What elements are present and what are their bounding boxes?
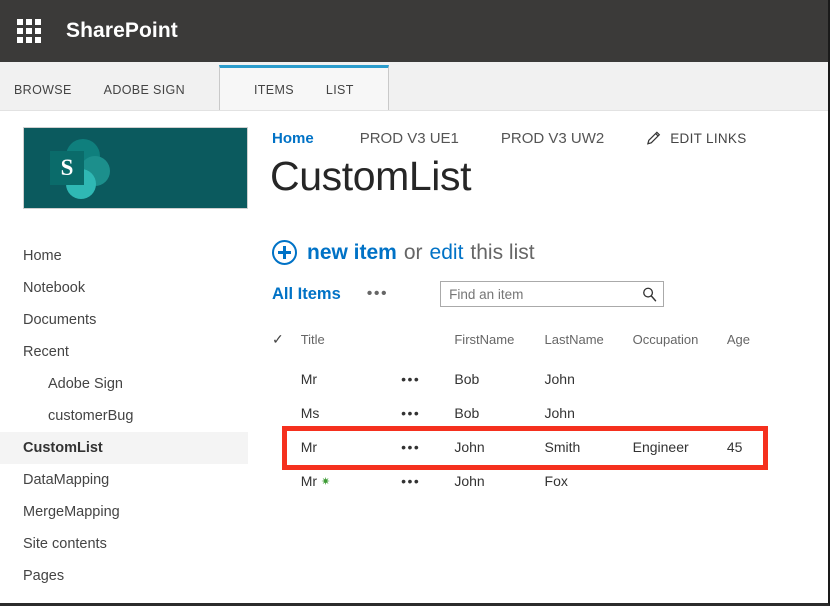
column-header-select[interactable]: ✓ <box>272 327 301 362</box>
suite-title[interactable]: SharePoint <box>66 19 178 43</box>
new-item-link[interactable]: new item <box>307 241 397 265</box>
cell-age: 45 <box>726 439 743 455</box>
table-row[interactable]: Mr ✷ ••• John Fox <box>272 464 772 498</box>
row-actions-ellipsis[interactable]: ••• <box>401 430 454 464</box>
row-actions-ellipsis[interactable]: ••• <box>401 396 454 430</box>
column-header-firstname[interactable]: FirstName <box>454 327 544 362</box>
tab-items[interactable]: ITEMS <box>254 83 294 110</box>
top-link-prod-v3-ue1[interactable]: PROD V3 UE1 <box>360 130 459 147</box>
sidebar-item-documents[interactable]: Documents <box>0 304 248 336</box>
waffle-grid-icon[interactable] <box>16 18 42 44</box>
cell-lastname: John <box>544 371 575 387</box>
sidebar-item-home[interactable]: Home <box>0 240 248 272</box>
sharepoint-screenshot: SharePoint BROWSE ADOBE SIGN ITEMS LIST … <box>0 0 830 606</box>
suite-bar: SharePoint <box>0 0 828 62</box>
page-title: CustomList <box>270 153 472 199</box>
cell-occupation <box>633 362 727 396</box>
left-navigation: Home Notebook Documents Recent Adobe Sig… <box>0 240 248 592</box>
cell-firstname: John <box>454 473 485 489</box>
plus-circle-icon[interactable] <box>272 240 297 265</box>
cell-title: Mr ✷ <box>301 464 401 498</box>
pencil-icon <box>646 131 661 146</box>
table-header-row: ✓ Title FirstName LastName Occupation Ag… <box>272 327 772 362</box>
sidebar-item-customerbug[interactable]: customerBug <box>0 400 248 432</box>
table-row[interactable]: Mr ••• Bob John <box>272 362 772 396</box>
column-header-age[interactable]: Age <box>727 327 772 362</box>
this-list-text: this list <box>470 240 535 264</box>
cell-firstname: John <box>454 439 485 455</box>
sidebar-item-site-contents[interactable]: Site contents <box>0 528 248 560</box>
site-logo[interactable]: S <box>23 127 248 209</box>
or-text: or <box>403 240 423 264</box>
cell-age <box>727 464 772 498</box>
table-row-highlighted[interactable]: Mr ••• John Smith Engineer 45 <box>272 430 772 464</box>
top-link-bar: Home PROD V3 UE1 PROD V3 UW2 EDIT LINKS <box>272 130 747 147</box>
top-link-home[interactable]: Home <box>272 130 314 147</box>
cell-occupation <box>633 396 727 430</box>
sidebar-item-recent[interactable]: Recent <box>0 336 248 368</box>
tab-browse[interactable]: BROWSE <box>14 83 72 110</box>
row-actions-ellipsis[interactable]: ••• <box>401 464 454 498</box>
row-select-cell[interactable] <box>272 464 301 498</box>
cell-lastname: Fox <box>544 473 568 489</box>
cell-firstname: Bob <box>454 371 480 387</box>
command-row: new item or edit this list <box>272 240 535 265</box>
edit-links-button[interactable]: EDIT LINKS <box>646 131 746 146</box>
sidebar-item-mergemapping[interactable]: MergeMapping <box>0 496 248 528</box>
list-view-table: ✓ Title FirstName LastName Occupation Ag… <box>272 327 772 498</box>
cell-title: Ms <box>300 405 320 421</box>
cell-age <box>727 396 772 430</box>
logo-letter: S <box>50 151 84 185</box>
column-header-occupation[interactable]: Occupation <box>633 327 727 362</box>
cell-title-text: Mr <box>300 473 318 489</box>
search-icon[interactable] <box>635 282 663 306</box>
tab-adobe-sign[interactable]: ADOBE SIGN <box>104 83 185 110</box>
search-box[interactable] <box>440 281 665 307</box>
view-row: All Items ••• <box>272 281 665 307</box>
row-select-cell[interactable] <box>272 362 301 396</box>
sidebar-item-customlist[interactable]: CustomList <box>0 432 248 464</box>
row-actions-ellipsis[interactable]: ••• <box>401 362 454 396</box>
cell-firstname: Bob <box>454 405 480 421</box>
sidebar-item-pages[interactable]: Pages <box>0 560 248 592</box>
cell-lastname: John <box>544 405 575 421</box>
cell-occupation: Engineer <box>632 439 689 455</box>
tab-list[interactable]: LIST <box>326 83 354 110</box>
cell-age <box>727 362 772 396</box>
cell-title: Mr <box>300 439 318 455</box>
new-item-badge-icon: ✷ <box>321 476 331 488</box>
table-row[interactable]: Ms ••• Bob John <box>272 396 772 430</box>
column-header-lastname[interactable]: LastName <box>545 327 633 362</box>
view-selector-all-items[interactable]: All Items <box>272 285 341 304</box>
checkmark-icon: ✓ <box>272 331 284 347</box>
sidebar-item-notebook[interactable]: Notebook <box>0 272 248 304</box>
sidebar-item-datamapping[interactable]: DataMapping <box>0 464 248 496</box>
sidebar-item-adobe-sign[interactable]: Adobe Sign <box>0 368 248 400</box>
view-more-ellipsis[interactable]: ••• <box>367 286 388 302</box>
column-header-spacer <box>401 327 454 362</box>
cell-title: Mr <box>300 371 318 387</box>
ribbon-bar: BROWSE ADOBE SIGN ITEMS LIST <box>0 62 828 111</box>
ribbon-tab-list: BROWSE ADOBE SIGN ITEMS LIST <box>14 62 389 110</box>
cell-lastname: Smith <box>544 439 581 455</box>
column-header-title[interactable]: Title <box>301 327 401 362</box>
edit-list-link[interactable]: edit <box>430 241 464 265</box>
edit-links-label: EDIT LINKS <box>670 131 747 146</box>
search-input[interactable] <box>441 286 636 302</box>
top-link-prod-v3-uw2[interactable]: PROD V3 UW2 <box>501 130 604 147</box>
active-tab-group: ITEMS LIST <box>218 65 389 110</box>
sharepoint-logo-icon: S <box>50 136 122 202</box>
cell-occupation <box>633 464 727 498</box>
row-select-cell[interactable] <box>272 396 301 430</box>
row-select-cell[interactable] <box>272 430 301 464</box>
